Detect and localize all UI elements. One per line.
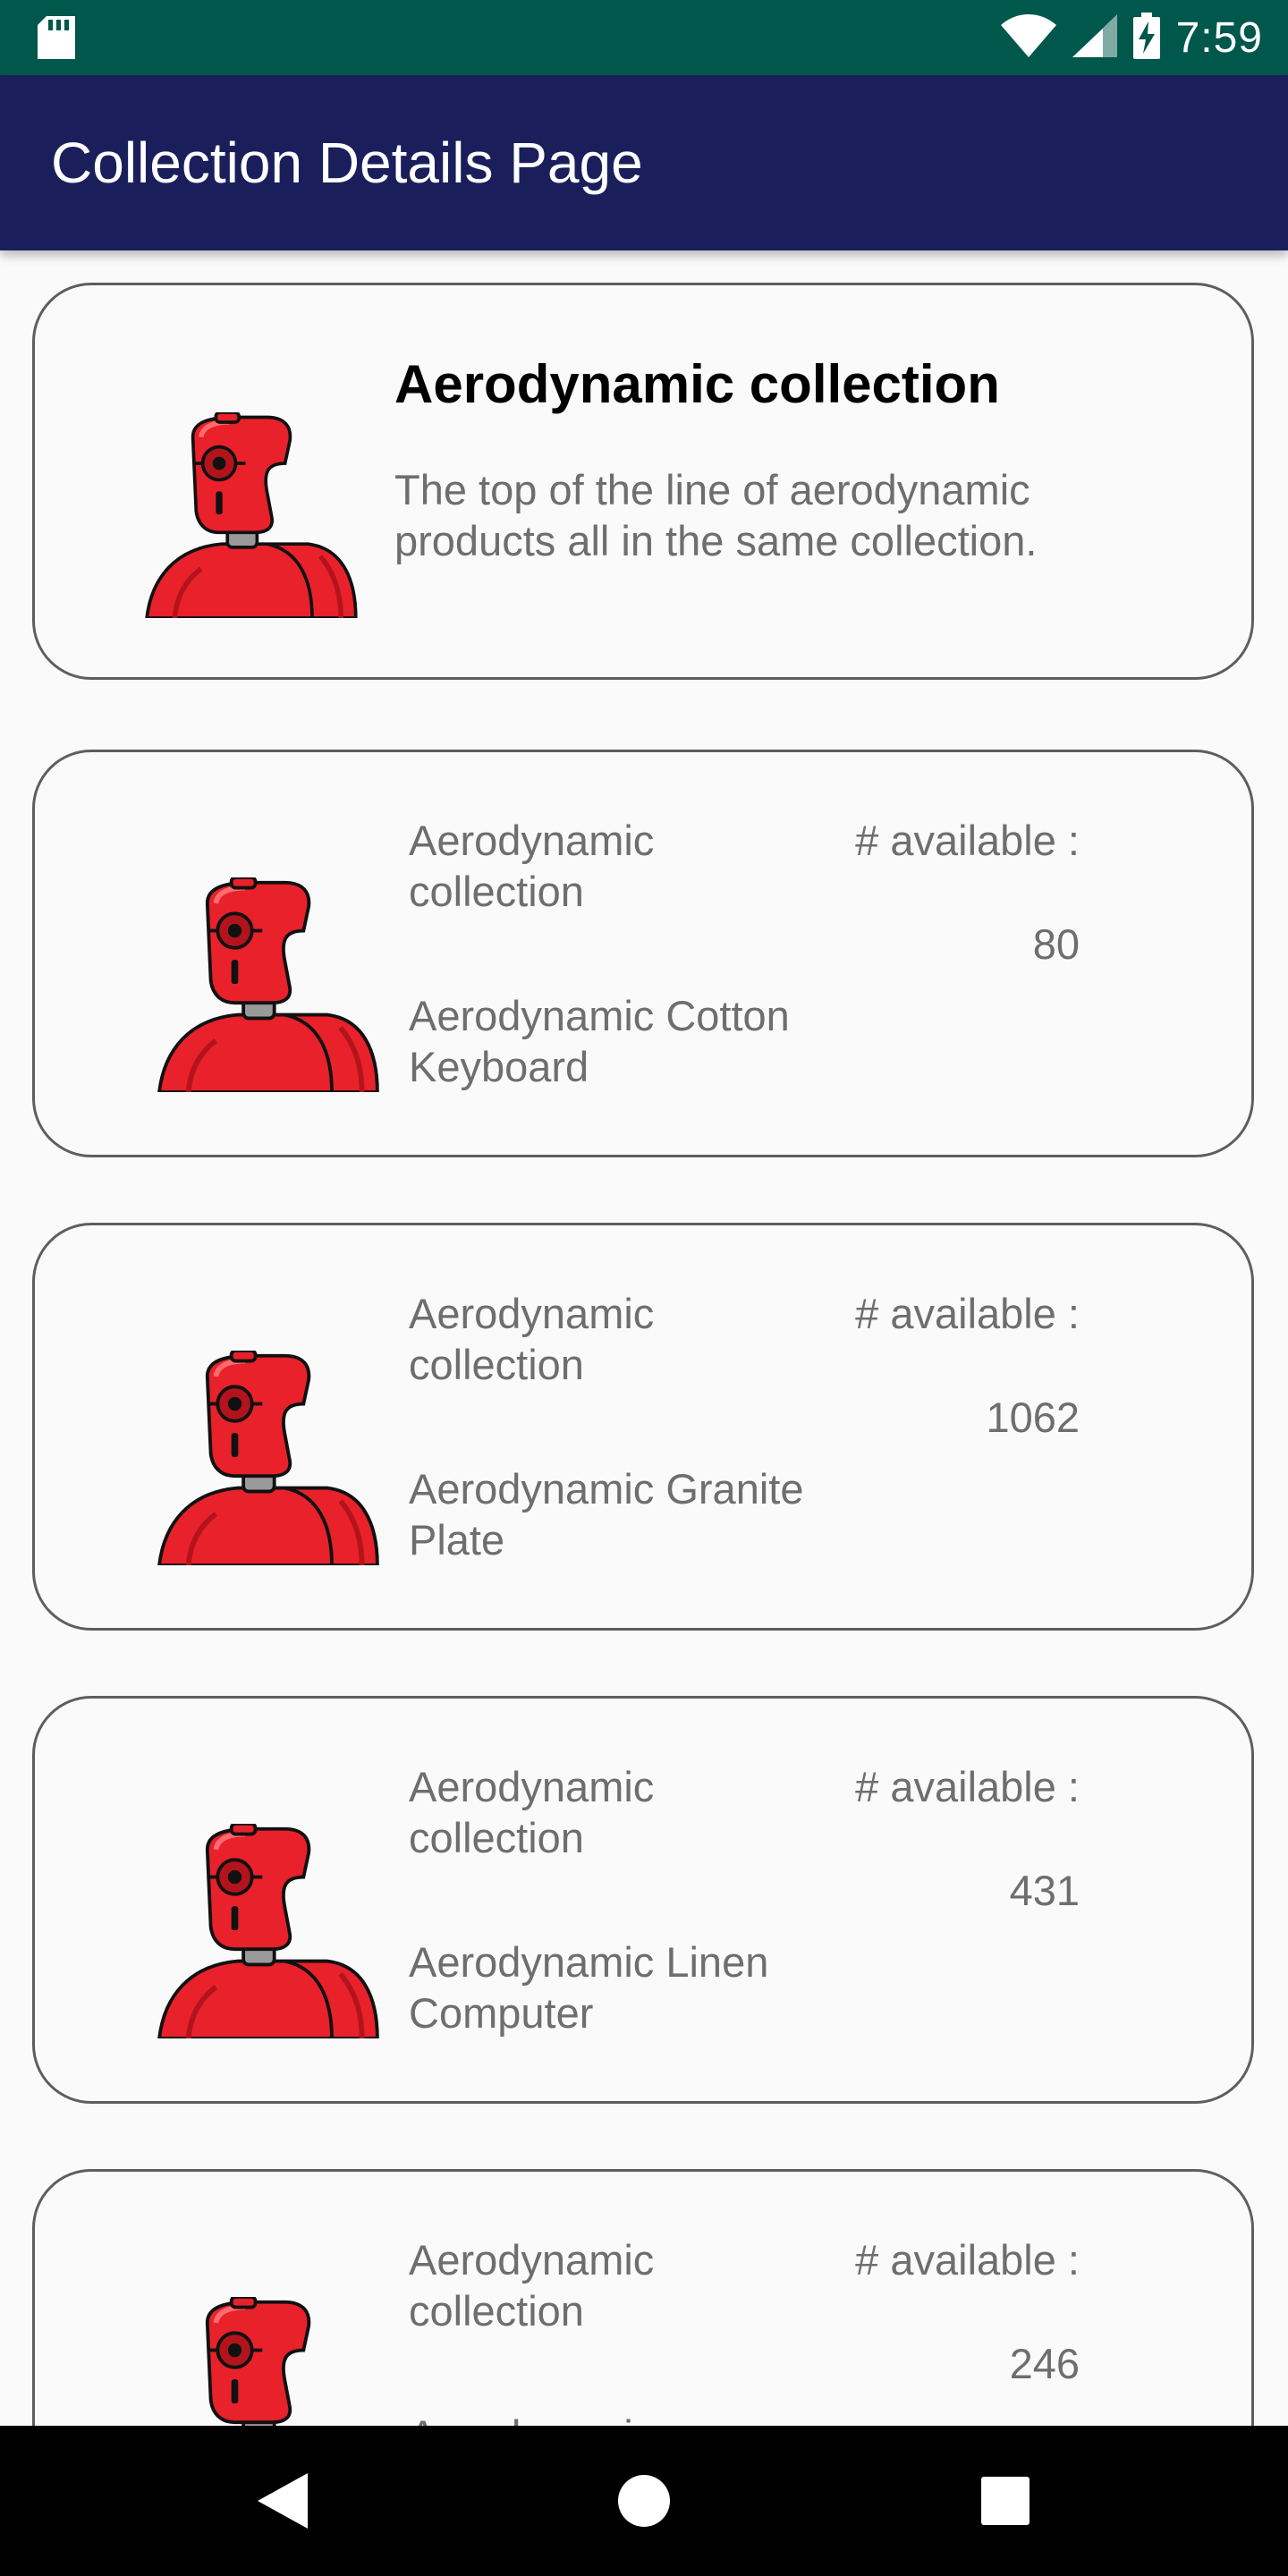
available-count: 80 (1032, 920, 1080, 968)
robot-image (142, 412, 359, 618)
product-collection: Aerodynamic collection (409, 2236, 655, 2334)
app-bar: Collection Details Page (0, 75, 1288, 250)
status-time: 7:59 (1175, 13, 1263, 62)
status-bar: 7:59 (0, 0, 1288, 75)
product-name: Aerodynamic Granite Plate (409, 1465, 804, 1563)
product-collection: Aerodynamic collection (409, 817, 655, 915)
product-name: Aerodynamic Cotton Keyboard (409, 992, 790, 1090)
available-label: # available : (855, 1290, 1080, 1337)
collection-header-card: Aerodynamic collection The top of the li… (32, 283, 1254, 680)
wifi-icon (1000, 14, 1056, 61)
product-card[interactable]: Aerodynamic collection Aerodynamic Grani… (32, 1223, 1254, 1631)
product-collection: Aerodynamic collection (409, 1763, 655, 1861)
home-icon[interactable] (590, 2426, 698, 2576)
back-icon[interactable] (229, 2426, 336, 2576)
collection-title: Aerodynamic collection (394, 354, 1000, 414)
product-card[interactable]: Aerodynamic collection Aerodynamic Linen… (32, 1696, 1254, 2104)
product-name: Aerodynamic (409, 2410, 856, 2426)
available-count: 1062 (986, 1394, 1080, 1441)
robot-image (155, 1824, 380, 2038)
available-count: 431 (1009, 1867, 1080, 1914)
product-card[interactable]: Aerodynamic collection Aerodynamic Cotto… (32, 750, 1254, 1157)
product-card[interactable]: Aerodynamic collection Aerodynamic # ava… (32, 2169, 1254, 2426)
collection-description: The top of the line of aerodynamic produ… (394, 466, 1038, 564)
navigation-bar (0, 2426, 1288, 2576)
collection-list[interactable]: Aerodynamic collection The top of the li… (0, 250, 1288, 2426)
sd-card-icon (38, 16, 75, 63)
product-collection: Aerodynamic collection (409, 1290, 655, 1388)
page-title: Collection Details Page (51, 131, 643, 195)
robot-image (155, 877, 380, 1092)
available-count: 246 (1009, 2340, 1080, 2387)
recents-icon[interactable] (952, 2426, 1059, 2576)
available-label: # available : (855, 1763, 1080, 1810)
product-name: Aerodynamic Linen Computer (409, 1938, 769, 2037)
robot-image (155, 2297, 380, 2426)
signal-icon (1072, 14, 1117, 61)
available-label: # available : (855, 2236, 1080, 2284)
available-label: # available : (855, 817, 1080, 864)
robot-image (155, 1351, 380, 1565)
battery-charging-icon (1132, 13, 1160, 63)
